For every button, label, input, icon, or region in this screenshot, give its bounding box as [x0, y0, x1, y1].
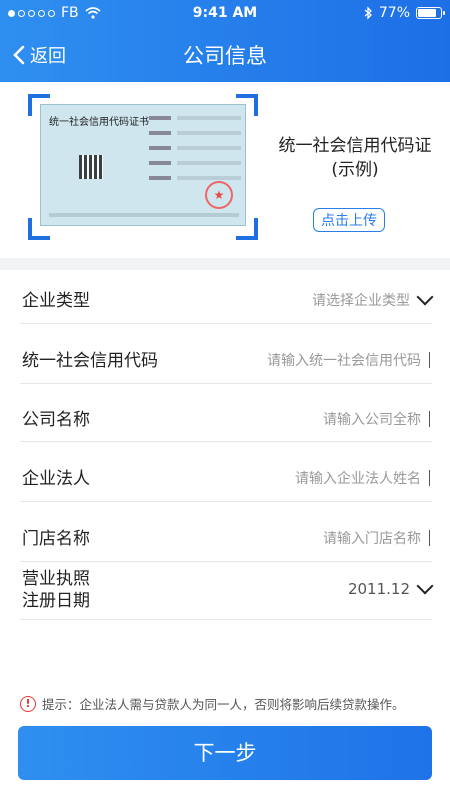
- license-date-row[interactable]: 营业执照 注册日期 2011.12: [20, 562, 432, 620]
- text-cursor: [429, 352, 430, 368]
- enterprise-type-row[interactable]: 企业类型 请选择企业类型: [20, 270, 432, 324]
- enterprise-type-select[interactable]: 请选择企业类型: [312, 290, 430, 310]
- bluetooth-icon: [364, 6, 372, 20]
- warning-icon: !: [20, 695, 36, 712]
- chevron-down-icon: [418, 294, 430, 306]
- qr-code-icon: [79, 155, 103, 179]
- company-name-label: 公司名称: [22, 410, 90, 430]
- upload-button[interactable]: 点击上传: [313, 208, 385, 232]
- store-name-label: 门店名称: [22, 529, 90, 549]
- credit-code-row[interactable]: 统一社会信用代码 请输入统一社会信用代码: [20, 324, 432, 384]
- battery-icon: [416, 7, 445, 19]
- store-name-input[interactable]: 请输入门店名称: [323, 528, 430, 548]
- app-header: FB 9:41 AM 77% 返回 公司信息: [0, 0, 450, 82]
- status-bar: FB 9:41 AM 77%: [0, 0, 450, 28]
- battery-percent: 77%: [378, 5, 410, 21]
- certificate-caption-title: 统一社会信用代码证: [278, 136, 432, 156]
- enterprise-type-label: 企业类型: [22, 291, 90, 311]
- legal-person-row[interactable]: 企业法人 请输入企业法人姓名: [20, 442, 432, 502]
- notice-message: ! 提示：企业法人需与贷款人为同一人，否则将影响后续贷款操作。: [20, 694, 440, 713]
- certificate-sample-image: 统一社会信用代码证书 ★: [40, 104, 246, 226]
- chevron-down-icon: [418, 583, 430, 595]
- license-date-label: 营业执照 注册日期: [22, 569, 90, 611]
- text-cursor: [429, 530, 430, 546]
- certificate-caption-sample: (示例): [331, 160, 379, 180]
- next-step-button[interactable]: 下一步: [18, 726, 432, 780]
- text-cursor: [429, 470, 430, 486]
- legal-person-input[interactable]: 请输入企业法人姓名: [295, 468, 430, 488]
- certificate-doc-title: 统一社会信用代码证书: [49, 117, 149, 128]
- seal-stamp-icon: ★: [205, 181, 233, 209]
- company-name-input[interactable]: 请输入公司全称: [323, 409, 430, 429]
- credit-code-input[interactable]: 请输入统一社会信用代码: [267, 350, 430, 370]
- page-title: 公司信息: [183, 44, 267, 68]
- store-name-row[interactable]: 门店名称 请输入门店名称: [20, 502, 432, 562]
- notice-text: 提示：企业法人需与贷款人为同一人，否则将影响后续贷款操作。: [42, 697, 405, 712]
- section-divider: [0, 258, 450, 270]
- license-date-select[interactable]: 2011.12: [348, 580, 430, 598]
- credit-code-label: 统一社会信用代码: [22, 351, 158, 371]
- legal-person-label: 企业法人: [22, 469, 90, 489]
- company-name-row[interactable]: 公司名称 请输入公司全称: [20, 384, 432, 442]
- text-cursor: [429, 411, 430, 427]
- certificate-caption: 统一社会信用代码证 (示例): [270, 134, 440, 182]
- navigation-bar: 返回 公司信息: [0, 36, 450, 76]
